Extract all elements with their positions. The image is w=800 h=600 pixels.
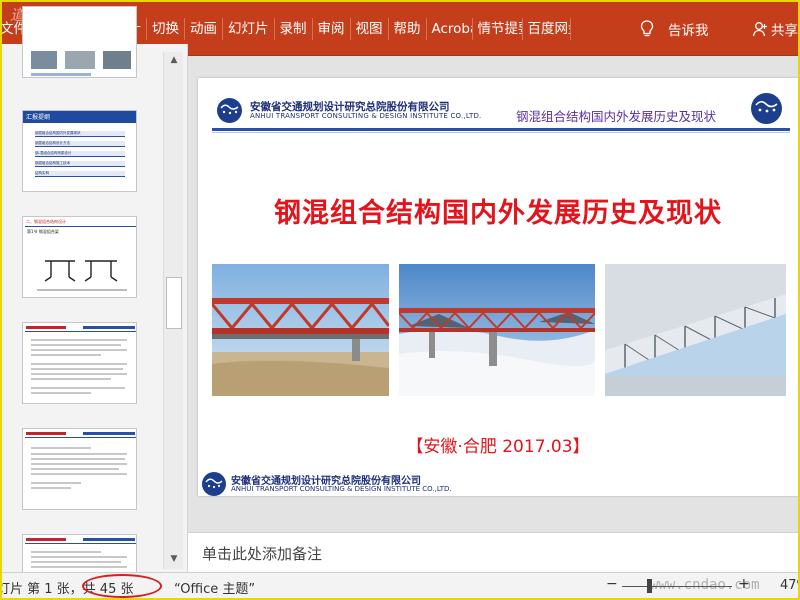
share-label: 共享 xyxy=(771,23,798,39)
thumb2-item-list: 钢混组合结构国内外发展现状 钢混组合结构设计方法 钢-混组合结构桥梁设计 钢混组… xyxy=(35,131,125,181)
tab-transitions[interactable]: 切换 xyxy=(147,18,185,40)
thumb3-section-diagram xyxy=(37,260,127,291)
thumb2-item: 钢混组合结构设计方法 xyxy=(35,141,125,147)
header-company-name-en: ANHUI TRANSPORT CONSULTING & DESIGN INST… xyxy=(250,112,482,120)
tab-acrobat[interactable]: Acrobat xyxy=(427,18,473,40)
highlight-oval xyxy=(82,574,162,598)
thumb2-item: 钢混组合结构国内外发展现状 xyxy=(35,131,125,137)
slide-main-title[interactable]: 钢混组合结构国内外发展历史及现状 xyxy=(198,191,798,230)
scroll-up-icon[interactable]: ▲ xyxy=(164,52,184,68)
lightbulb-icon xyxy=(640,20,654,37)
slide-thumbnail-5[interactable] xyxy=(22,428,137,510)
tab-review[interactable]: 审阅 xyxy=(313,18,351,40)
status-bar: 幻灯片 第 1 张，共 45 张 “Office 主题” www.cndao.c… xyxy=(0,572,800,600)
bridge-photo-2 xyxy=(399,264,595,396)
zoom-slider-handle[interactable] xyxy=(647,579,652,593)
company-logo xyxy=(217,98,242,123)
notes-pane[interactable]: 单击此处添加备注 xyxy=(188,532,800,572)
slide-thumbnail-1[interactable] xyxy=(22,6,137,78)
footer-company-name-en: ANHUI TRANSPORT CONSULTING & DESIGN INST… xyxy=(231,485,452,493)
person-icon xyxy=(752,22,767,37)
thumb4-text-preview xyxy=(25,326,136,394)
tab-record[interactable]: 录制 xyxy=(275,18,313,40)
thumb2-item: 钢混组合结构施工技术 xyxy=(35,161,125,167)
tell-me-box[interactable]: 告诉我 xyxy=(640,17,709,41)
thumb2-item: 结构实例 xyxy=(35,171,125,177)
bridge-photo-1 xyxy=(212,264,389,396)
tab-storyboard[interactable]: 情节提要 xyxy=(473,18,523,40)
header-topic-title: 钢混组合结构国内外发展历史及现状 xyxy=(516,109,717,124)
theme-name: “Office 主题” xyxy=(174,582,256,597)
zoom-level[interactable]: 47% xyxy=(780,578,800,593)
tab-view[interactable]: 视图 xyxy=(351,18,389,40)
notes-placeholder: 单击此处添加备注 xyxy=(202,545,323,563)
slide-thumbnail-1-preview xyxy=(31,51,131,76)
slide-date-location: 【安徽·合肥 2017.03】 xyxy=(406,437,590,457)
zoom-slider[interactable] xyxy=(622,586,732,587)
share-button[interactable]: 共享 xyxy=(752,17,798,41)
tab-slideshow[interactable]: 幻灯片 xyxy=(223,18,275,40)
slide-thumbnail-pane: 汇报提纲 钢混组合结构国内外发展现状 钢混组合结构设计方法 钢-混组合结构桥梁设… xyxy=(0,6,188,572)
tab-help[interactable]: 帮助 xyxy=(389,18,427,40)
bridge-photo-3 xyxy=(605,264,786,396)
tab-baidu-netdisk[interactable]: 百度网盘 xyxy=(523,18,571,40)
scrollbar-thumb[interactable] xyxy=(166,277,182,329)
zoom-out-button[interactable]: − xyxy=(606,576,618,592)
footer-company-logo xyxy=(202,472,226,496)
tab-animations[interactable]: 动画 xyxy=(185,18,223,40)
slide-thumbnail-2[interactable]: 汇报提纲 钢混组合结构国内外发展现状 钢混组合结构设计方法 钢-混组合结构桥梁设… xyxy=(22,110,137,192)
scroll-down-icon[interactable]: ▼ xyxy=(164,551,184,567)
slide-thumbnail-4[interactable] xyxy=(22,322,137,404)
thumb6-text-preview xyxy=(25,538,136,568)
thumb2-title: 汇报提纲 xyxy=(26,114,51,121)
slide-counter-prefix: 幻灯片 第 1 张， xyxy=(0,582,83,597)
thumb5-text-preview xyxy=(25,432,136,489)
company-logo-right xyxy=(751,93,782,124)
slide-thumbnail-3[interactable]: 二、钢混组合结构设计 第1节 钢混组合梁 xyxy=(22,216,137,298)
zoom-in-button[interactable]: + xyxy=(738,576,750,592)
thumb2-item: 钢-混组合结构桥梁设计 xyxy=(35,151,125,157)
tell-me-label: 告诉我 xyxy=(668,23,709,39)
slide-thumbnail-6[interactable] xyxy=(22,534,137,572)
header-divider-thin xyxy=(212,132,790,133)
current-slide[interactable]: 安徽省交通规划设计研究总院股份有限公司 ANHUI TRANSPORT CONS… xyxy=(198,78,798,496)
header-divider xyxy=(212,128,790,131)
thumbnail-scrollbar[interactable]: ▲ ▼ xyxy=(163,52,183,569)
